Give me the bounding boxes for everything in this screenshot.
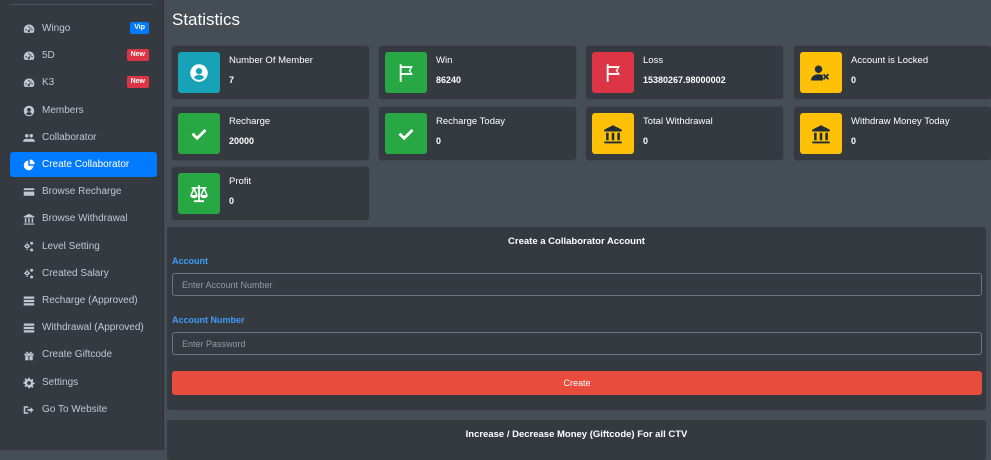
page-title: Statistics bbox=[172, 10, 241, 29]
stat-label: Recharge Today bbox=[436, 116, 506, 127]
sidebar-item-create-giftcode[interactable]: Create Giftcode bbox=[10, 342, 157, 367]
giftcode-panel: Increase / Decrease Money (Giftcode) For… bbox=[167, 420, 986, 460]
sidebar-item-label: Wingo bbox=[42, 23, 71, 34]
pie-chart-icon bbox=[22, 158, 36, 172]
sidebar-item-label: Browse Recharge bbox=[42, 186, 122, 197]
stat-label: Loss bbox=[643, 55, 664, 66]
stat-value: 15380267.98000002 bbox=[643, 75, 726, 85]
stat-label: Withdraw Money Today bbox=[851, 116, 950, 127]
dashboard-icon bbox=[22, 49, 36, 63]
check-icon bbox=[178, 113, 220, 154]
list-icon bbox=[22, 321, 36, 335]
account-input[interactable] bbox=[172, 273, 982, 296]
sidebar-item-label: Recharge (Approved) bbox=[42, 295, 138, 306]
stat-value: 0 bbox=[229, 196, 235, 206]
new-badge: New bbox=[126, 49, 149, 61]
stat-value: 20000 bbox=[229, 136, 255, 146]
sidebar: Wingo Vip 5D New K3 New Members Collabor… bbox=[0, 0, 163, 450]
stat-label: Total Withdrawal bbox=[643, 116, 713, 127]
stat-label: Win bbox=[436, 55, 453, 66]
stat-card-account-locked: Account is Locked 0 bbox=[794, 46, 991, 99]
stat-value: 0 bbox=[436, 136, 442, 146]
sidebar-item-go-to-website[interactable]: Go To Website bbox=[10, 397, 157, 422]
sidebar-item-label: Members bbox=[42, 105, 84, 116]
stat-card-recharge: Recharge 20000 bbox=[172, 107, 369, 160]
balance-scale-icon bbox=[178, 173, 220, 214]
sidebar-item-created-salary[interactable]: Created Salary bbox=[10, 261, 157, 286]
sidebar-item-label: Browse Withdrawal bbox=[42, 213, 128, 224]
sidebar-item-label: K3 bbox=[42, 77, 55, 88]
sidebar-item-label: Collaborator bbox=[42, 132, 97, 143]
account-number-label: Account Number bbox=[172, 315, 245, 325]
sidebar-item-collaborator[interactable]: Collaborator bbox=[10, 125, 157, 150]
stat-value: 7 bbox=[229, 75, 235, 85]
bank-icon bbox=[592, 113, 634, 154]
stat-label: Profit bbox=[229, 176, 252, 187]
stat-card-number-of-member: Number Of Member 7 bbox=[172, 46, 369, 99]
sidebar-item-browse-withdrawal[interactable]: Browse Withdrawal bbox=[10, 206, 157, 231]
sidebar-item-withdrawal-approved[interactable]: Withdrawal (Approved) bbox=[10, 315, 157, 340]
gift-icon bbox=[22, 348, 36, 362]
bank-icon bbox=[800, 113, 842, 154]
sidebar-item-label: Go To Website bbox=[42, 404, 108, 415]
panel-title: Create a Collaborator Account bbox=[508, 236, 645, 247]
panel-title: Increase / Decrease Money (Giftcode) For… bbox=[465, 429, 688, 440]
sidebar-divider bbox=[10, 4, 153, 5]
sidebar-item-level-setting[interactable]: Level Setting bbox=[10, 234, 157, 259]
stat-card-withdraw-money-today: Withdraw Money Today 0 bbox=[794, 107, 991, 160]
stat-card-recharge-today: Recharge Today 0 bbox=[379, 107, 576, 160]
stat-label: Number Of Member bbox=[229, 55, 313, 66]
stat-label: Recharge bbox=[229, 116, 271, 127]
stat-card-win: Win 86240 bbox=[379, 46, 576, 99]
sidebar-item-label: Level Setting bbox=[42, 241, 100, 252]
sidebar-item-5d[interactable]: 5D New bbox=[10, 43, 157, 68]
sidebar-item-wingo[interactable]: Wingo Vip bbox=[10, 16, 157, 41]
vip-badge: Vip bbox=[130, 22, 149, 34]
user-circle-icon bbox=[178, 52, 220, 93]
cogs-icon bbox=[22, 267, 36, 281]
sidebar-item-label: Settings bbox=[42, 377, 79, 388]
flag-icon bbox=[385, 52, 427, 93]
sign-out-icon bbox=[22, 403, 36, 417]
cogs-icon bbox=[22, 240, 36, 254]
account-label: Account bbox=[172, 256, 208, 266]
list-icon bbox=[22, 294, 36, 308]
sidebar-item-label: 5D bbox=[42, 50, 55, 61]
flag-icon bbox=[592, 52, 634, 93]
stat-card-loss: Loss 15380267.98000002 bbox=[586, 46, 783, 99]
create-collaborator-panel: Create a Collaborator Account Account Ac… bbox=[167, 227, 986, 410]
gear-icon bbox=[22, 376, 36, 390]
stat-value: 0 bbox=[643, 136, 649, 146]
dashboard-icon bbox=[22, 22, 36, 36]
users-icon bbox=[22, 131, 36, 145]
sidebar-item-settings[interactable]: Settings bbox=[10, 370, 157, 395]
user-circle-icon bbox=[22, 104, 36, 118]
stat-value: 0 bbox=[851, 136, 857, 146]
stat-card-total-withdrawal: Total Withdrawal 0 bbox=[586, 107, 783, 160]
password-input[interactable] bbox=[172, 332, 982, 355]
sidebar-item-label: Create Collaborator bbox=[42, 159, 130, 170]
stat-card-profit: Profit 0 bbox=[172, 167, 369, 220]
sidebar-item-k3[interactable]: K3 New bbox=[10, 70, 157, 95]
stat-label: Account is Locked bbox=[851, 55, 929, 66]
sidebar-item-recharge-approved[interactable]: Recharge (Approved) bbox=[10, 288, 157, 313]
sidebar-item-browse-recharge[interactable]: Browse Recharge bbox=[10, 179, 157, 204]
credit-card-icon bbox=[22, 185, 36, 199]
dashboard-icon bbox=[22, 76, 36, 90]
bank-icon bbox=[22, 212, 36, 226]
sidebar-item-create-collaborator[interactable]: Create Collaborator bbox=[10, 152, 157, 177]
sidebar-item-members[interactable]: Members bbox=[10, 98, 157, 123]
check-icon bbox=[385, 113, 427, 154]
sidebar-item-label: Create Giftcode bbox=[42, 349, 113, 360]
create-button[interactable]: Create bbox=[172, 371, 982, 395]
stat-value: 86240 bbox=[436, 75, 462, 85]
stat-value: 0 bbox=[851, 75, 857, 85]
user-times-icon bbox=[800, 52, 842, 93]
sidebar-item-label: Withdrawal (Approved) bbox=[42, 322, 144, 333]
sidebar-item-label: Created Salary bbox=[42, 268, 109, 279]
new-badge: New bbox=[126, 76, 149, 88]
main-content: Statistics Number Of Member 7 Win 86240 … bbox=[163, 0, 991, 460]
